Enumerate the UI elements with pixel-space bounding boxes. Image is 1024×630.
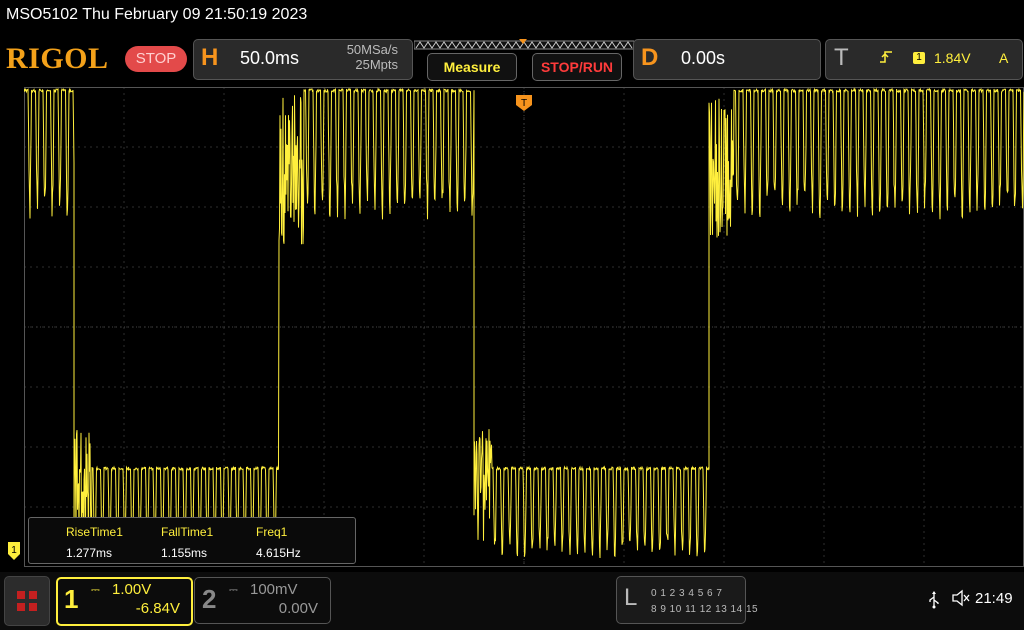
memory-depth: 25Mpts	[332, 57, 398, 72]
logic-channels-row2: 8 9 10 11 12 13 14 15	[651, 604, 758, 615]
sample-rate: 50MSa/s	[332, 42, 398, 57]
delay-value: 0.00s	[681, 48, 725, 69]
timebase-value: 50.0ms	[240, 48, 299, 69]
trigger-label: T	[834, 44, 849, 72]
ch1-number: 1	[64, 584, 78, 615]
ch1-marker-label: 1	[11, 545, 17, 556]
ch2-scale: 100mV	[250, 581, 298, 598]
trigger-source: 1	[913, 52, 925, 64]
clock: 21:49	[975, 590, 1013, 607]
usb-icon	[928, 591, 940, 614]
rising-edge-icon	[879, 50, 893, 67]
logic-label: L	[624, 584, 637, 612]
brand-logo: RIGOL	[6, 42, 109, 76]
mute-icon[interactable]	[951, 589, 971, 612]
dc-coupling-icon: ⎓	[229, 584, 238, 597]
measure-header-freq: Freq1	[256, 525, 287, 539]
stop-run-button[interactable]: STOP/RUN	[532, 53, 622, 81]
dc-coupling-icon: ⎓	[91, 584, 100, 597]
measure-button[interactable]: Measure	[427, 53, 517, 81]
measure-value-freq: 4.615Hz	[256, 546, 301, 560]
horizontal-label: H	[201, 44, 218, 72]
measure-value-fall: 1.155ms	[161, 546, 207, 560]
trigger-marker-label: T	[521, 98, 527, 109]
ch1-offset-marker[interactable]: 1	[8, 542, 24, 560]
measure-header-fall: FallTime1	[161, 525, 213, 539]
trigger-mode: A	[999, 50, 1008, 66]
window-title: MSO5102 Thu February 09 21:50:19 2023	[6, 6, 307, 24]
trigger-level: 1.84V	[934, 50, 971, 66]
measure-value-rise: 1.277ms	[66, 546, 112, 560]
menu-icon[interactable]	[4, 576, 50, 626]
waveform-display[interactable]: T	[24, 87, 1024, 567]
ch2-number: 2	[202, 584, 216, 615]
delay-panel[interactable]	[633, 39, 821, 80]
logic-channels-row1: 0 1 2 3 4 5 6 7	[651, 588, 722, 599]
ch1-offset: -6.84V	[120, 600, 180, 617]
ch1-scale: 1.00V	[112, 581, 151, 598]
ch2-offset: 0.00V	[258, 600, 318, 617]
memory-position-bar	[414, 39, 634, 51]
delay-label: D	[641, 44, 658, 72]
measure-header-rise: RiseTime1	[66, 525, 123, 539]
run-state-badge[interactable]: STOP	[125, 46, 187, 72]
